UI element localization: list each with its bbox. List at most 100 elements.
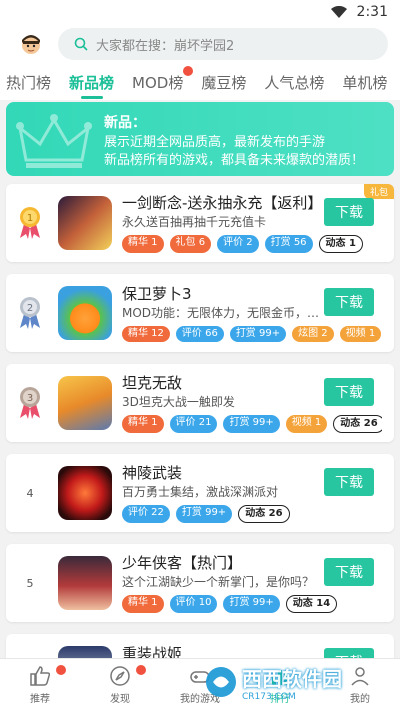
download-button[interactable]: 下载	[324, 468, 374, 496]
rank-tabs: 热门榜 新品榜 MOD榜 魔豆榜 人气总榜 单机榜 页游	[0, 64, 400, 100]
game-name: 保卫萝卜3	[122, 285, 192, 303]
tab-label: MOD榜	[132, 73, 184, 92]
tag[interactable]: 精华 1	[122, 595, 164, 613]
tag[interactable]: 评价 66	[175, 326, 224, 342]
game-desc: MOD功能：无限体力，无限金币，…	[122, 306, 320, 320]
rank-medal-gold-icon: 1	[16, 206, 44, 240]
tab-label: 人气总榜	[264, 73, 325, 92]
notification-dot	[136, 665, 146, 675]
game-name: 一剑断念-送永抽永充【返利】	[122, 194, 323, 212]
tag[interactable]: 精华 1	[122, 235, 164, 253]
tab-label: 单机榜	[342, 73, 388, 92]
list-item[interactable]: 礼包 1 一剑断念-送永抽永充【返利】 永久送百抽再抽千元充值卡 精华 1 礼包…	[6, 184, 394, 262]
search-input[interactable]: 大家都在搜：崩坏学园2	[58, 28, 388, 60]
game-icon	[58, 196, 112, 250]
tag[interactable]: 动态 26	[333, 415, 382, 433]
header: 大家都在搜：崩坏学园2	[0, 24, 400, 64]
watermark-text: 西西软件园	[242, 666, 342, 691]
game-icon	[58, 466, 112, 520]
tab-label: 热门榜	[6, 73, 52, 92]
gift-badge: 礼包	[363, 184, 394, 199]
new-rank-banner: 新品： 展示近期全网品质高，最新发布的手游 新品榜所有的游戏，都具备未来爆款的潜…	[6, 102, 394, 176]
tab-new[interactable]: 新品榜	[69, 66, 114, 99]
nav-label: 推荐	[30, 694, 50, 705]
tag[interactable]: 打赏 99+	[223, 415, 280, 433]
tab-label: 魔豆榜	[201, 73, 247, 92]
tag[interactable]: 评价 2	[217, 235, 259, 253]
tag-row: 精华 1 评价 10 打赏 99+ 动态 14	[122, 595, 382, 613]
tag-row: 精华 1 评价 21 打赏 99+ 视频 1 动态 26	[122, 415, 382, 433]
tag-row: 精华 1 礼包 6 评价 2 打赏 56 动态 1	[122, 235, 382, 253]
tab-hot[interactable]: 热门榜	[6, 66, 51, 99]
tab-label: 新品榜	[69, 73, 115, 92]
banner-line: 新品榜所有的游戏，都具备未来爆款的潜质！	[104, 153, 365, 168]
nav-label: 发现	[110, 694, 130, 705]
tab-modou[interactable]: 魔豆榜	[201, 66, 246, 99]
list-item[interactable]: 2 保卫萝卜3 MOD功能：无限体力，无限金币，… 精华 12 评价 66 打赏…	[6, 274, 394, 352]
tag[interactable]: 视频 1	[339, 326, 382, 342]
tag[interactable]: 动态 14	[285, 595, 338, 613]
tag[interactable]: 礼包 6	[169, 235, 212, 253]
search-placeholder: 大家都在搜：崩坏学园2	[96, 38, 235, 54]
wifi-icon	[330, 6, 347, 18]
tag-row: 精华 12 评价 66 打赏 99+ 炫图 2 视频 1	[122, 326, 382, 342]
list-item[interactable]: 3 坦克无敌 3D坦克大战一触即发 精华 1 评价 21 打赏 99+ 视频 1…	[6, 364, 394, 442]
rank-medal-bronze-icon: 3	[16, 386, 44, 420]
game-name: 神陵武装	[122, 464, 183, 482]
tab-mod[interactable]: MOD榜	[132, 65, 194, 99]
game-name: 少年侠客【热门】	[122, 554, 243, 572]
crown-icon	[16, 114, 92, 168]
tag-row: 评价 22 打赏 99+ 动态 26	[122, 505, 382, 523]
tag[interactable]: 视频 1	[285, 415, 328, 433]
nav-discover[interactable]: 发现	[80, 659, 160, 710]
tab-popular[interactable]: 人气总榜	[264, 66, 324, 99]
game-desc: 永久送百抽再抽千元充值卡	[122, 215, 267, 229]
game-desc: 3D坦克大战一触即发	[122, 395, 235, 409]
tag[interactable]: 动态 1	[318, 235, 363, 253]
rank-number: 5	[26, 576, 34, 590]
tag[interactable]: 打赏 99+	[175, 505, 233, 523]
game-icon	[58, 556, 112, 610]
tab-single[interactable]: 单机榜	[342, 66, 387, 99]
notification-dot	[183, 65, 194, 76]
nav-recommend[interactable]: 推荐	[0, 659, 80, 710]
rank-number: 4	[26, 486, 34, 500]
download-button[interactable]: 下载	[324, 558, 374, 586]
gift-label: 礼包	[369, 188, 388, 198]
game-list: 礼包 1 一剑断念-送永抽永充【返利】 永久送百抽再抽千元充值卡 精华 1 礼包…	[0, 176, 400, 710]
svg-text:2: 2	[27, 303, 33, 314]
rank-medal-silver-icon: 2	[16, 296, 44, 330]
discover-icon	[110, 666, 130, 686]
tag[interactable]: 精华 1	[122, 415, 164, 433]
tag[interactable]: 精华 12	[122, 326, 170, 342]
tag[interactable]: 评价 21	[169, 415, 218, 433]
avatar-face-icon	[22, 35, 40, 54]
list-item[interactable]: 4 神陵武装 百万勇士集结，激战深渊派对 评价 22 打赏 99+ 动态 26 …	[6, 454, 394, 532]
banner-line: 展示近期全网品质高，最新发布的手游	[104, 135, 326, 150]
tag[interactable]: 评价 22	[122, 505, 170, 523]
tag[interactable]: 打赏 99+	[229, 326, 287, 342]
tag[interactable]: 评价 10	[169, 595, 218, 613]
thumb-icon	[30, 666, 51, 686]
download-button[interactable]: 下载	[324, 288, 374, 316]
tag[interactable]: 动态 26	[238, 505, 290, 523]
banner-title: 新品：	[104, 115, 146, 131]
avatar[interactable]	[18, 31, 44, 57]
download-button[interactable]: 下载	[324, 198, 374, 226]
status-time: 2:31	[356, 4, 388, 20]
notification-dot	[56, 665, 66, 675]
tag[interactable]: 打赏 56	[264, 235, 313, 253]
status-bar: 2:31	[0, 0, 400, 24]
tag[interactable]: 炫图 2	[292, 326, 334, 342]
game-name: 坦克无敌	[122, 374, 183, 392]
watermark: 西西软件园 CR173.COM	[204, 660, 394, 704]
search-icon	[74, 37, 88, 51]
tag[interactable]: 打赏 99+	[223, 595, 280, 613]
watermark-logo-icon	[206, 667, 236, 697]
svg-text:3: 3	[27, 393, 33, 404]
list-item[interactable]: 5 少年侠客【热门】 这个江湖缺少一个新掌门，是你吗？ 精华 1 评价 10 打…	[6, 544, 394, 622]
download-button[interactable]: 下载	[324, 378, 374, 406]
game-desc: 这个江湖缺少一个新掌门，是你吗？	[122, 575, 315, 589]
svg-text:1: 1	[27, 213, 33, 224]
game-icon	[58, 286, 112, 340]
